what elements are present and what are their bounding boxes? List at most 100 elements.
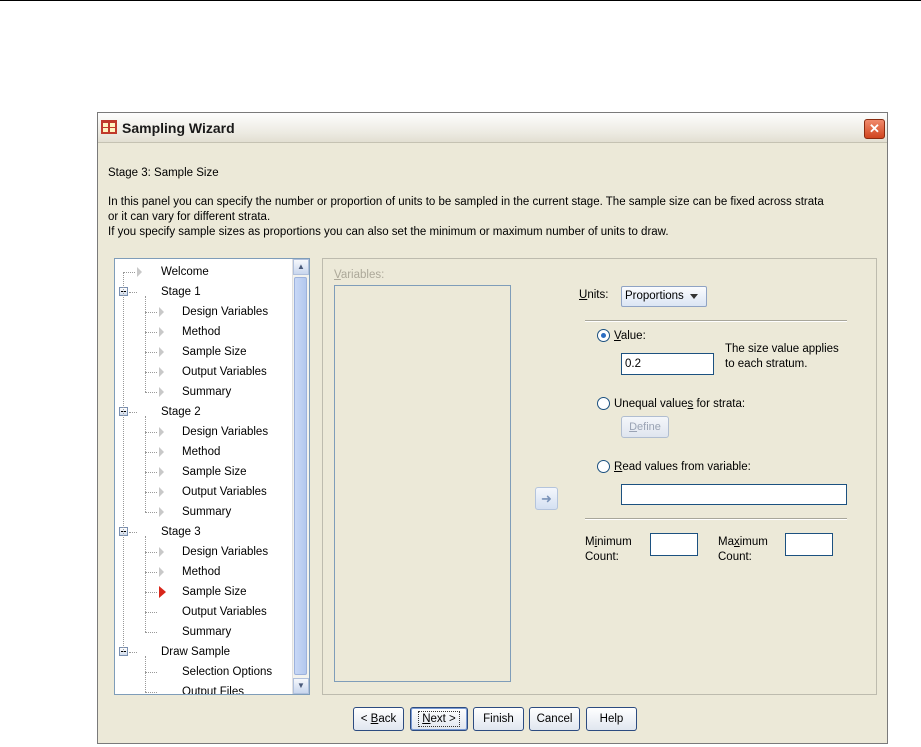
unequal-values-label: Unequal values for strata: — [614, 398, 746, 410]
tree-item-method[interactable]: Method — [115, 562, 293, 582]
title-bar[interactable]: Sampling Wizard ✕ — [98, 113, 887, 143]
wizard-steps-tree[interactable]: Welcome Stage 1 Design Variables Method Samp… — [114, 258, 310, 695]
variables-label: Variables: — [334, 269, 385, 281]
tree-item-summary[interactable]: Summary — [115, 502, 293, 522]
tree-item-label: Summary — [182, 626, 232, 638]
tree-guide-line — [123, 272, 124, 652]
tree-item-label: Output Variables — [182, 606, 267, 618]
radio-unchecked-icon — [597, 397, 610, 410]
separator — [585, 320, 847, 322]
tree-item-welcome[interactable]: Welcome — [115, 262, 293, 282]
value-note-line-1: The size value applies — [725, 343, 839, 355]
units-dropdown[interactable]: Proportions — [621, 286, 707, 307]
tree-item-label: Output Variables — [182, 366, 267, 378]
tree-item-label: Stage 1 — [161, 286, 201, 298]
move-variable-button[interactable]: ➜ — [535, 487, 558, 510]
tree-connector — [145, 572, 157, 573]
units-selected-value: Proportions — [625, 290, 684, 302]
tree-item-design-variables[interactable]: Design Variables — [115, 542, 293, 562]
next-button[interactable]: Next > — [410, 707, 468, 731]
tree-item-output-variables[interactable]: Output Variables — [115, 602, 293, 622]
scroll-down-icon[interactable]: ▼ — [293, 678, 309, 694]
tree-item-label: Output Files — [182, 686, 244, 695]
step-arrow-icon — [159, 467, 164, 477]
tree-item-label: Sample Size — [182, 346, 247, 358]
step-arrow-icon — [159, 427, 164, 437]
right-arrow-icon: ➜ — [541, 491, 552, 506]
tree-item-label: Method — [182, 326, 221, 338]
scroll-up-icon[interactable]: ▲ — [293, 259, 309, 275]
step-arrow-icon — [159, 387, 164, 397]
tree-guide-line — [145, 296, 146, 392]
value-input[interactable]: 0.2 — [621, 353, 714, 375]
tree-connector — [123, 272, 135, 273]
tree-connector — [145, 672, 157, 673]
tree-item-output-variables[interactable]: Output Variables — [115, 362, 293, 382]
tree-item-output-files[interactable]: Output Files — [115, 682, 293, 695]
tree-item-sample-size[interactable]: Sample Size — [115, 582, 293, 602]
tree-item-method[interactable]: Method — [115, 442, 293, 462]
tree-item-design-variables[interactable]: Design Variables — [115, 302, 293, 322]
help-button[interactable]: Help — [586, 707, 637, 731]
minimum-count-input[interactable] — [650, 533, 698, 556]
variables-list[interactable] — [334, 285, 511, 682]
step-arrow-icon — [159, 307, 164, 317]
tree-item-method[interactable]: Method — [115, 322, 293, 342]
cancel-button[interactable]: Cancel — [529, 707, 580, 731]
step-arrow-icon — [159, 507, 164, 517]
window-title: Sampling Wizard — [122, 120, 235, 136]
tree-item-draw-sample[interactable]: Draw Sample — [115, 642, 293, 662]
scroll-thumb[interactable] — [294, 277, 307, 675]
tree-connector — [145, 312, 157, 313]
tree-scrollbar[interactable]: ▲ ▼ — [292, 259, 309, 694]
maximum-count-label: Maximum Count: — [718, 536, 768, 563]
minimum-count-label: Minimum Count: — [585, 536, 632, 563]
read-from-variable-label: Read values from variable: — [614, 461, 751, 473]
tree-connector — [145, 352, 157, 353]
radio-unchecked-icon — [597, 460, 610, 473]
tree-item-label: Sample Size — [182, 466, 247, 478]
tree-connector — [145, 392, 157, 393]
intro-line-2: or it can vary for different strata. — [108, 211, 271, 223]
close-button[interactable]: ✕ — [864, 119, 885, 139]
sampling-wizard-dialog: Sampling Wizard ✕ Stage 3: Sample Size I… — [97, 112, 888, 744]
tree-item-label: Stage 3 — [161, 526, 201, 538]
tree-item-label: Method — [182, 446, 221, 458]
tree-item-summary[interactable]: Summary — [115, 622, 293, 642]
current-step-arrow-icon — [159, 586, 166, 598]
tree-item-sample-size[interactable]: Sample Size — [115, 462, 293, 482]
define-button[interactable]: Define — [621, 416, 669, 438]
tree-connector — [145, 592, 157, 593]
step-arrow-icon — [159, 547, 164, 557]
intro-line-3: If you specify sample sizes as proportio… — [108, 226, 669, 238]
step-arrow-icon — [159, 367, 164, 377]
tree-item-stage-1[interactable]: Stage 1 — [115, 282, 293, 302]
tree-item-label: Summary — [182, 386, 232, 398]
value-note-line-2: to each stratum. — [725, 358, 808, 370]
tree-connector — [129, 412, 137, 413]
tree-item-label: Design Variables — [182, 546, 269, 558]
tree-item-stage-2[interactable]: Stage 2 — [115, 402, 293, 422]
tree-item-output-variables[interactable]: Output Variables — [115, 482, 293, 502]
tree-item-sample-size[interactable]: Sample Size — [115, 342, 293, 362]
back-button[interactable]: < Back — [353, 707, 404, 731]
tree-item-stage-3[interactable]: Stage 3 — [115, 522, 293, 542]
tree-connector — [145, 332, 157, 333]
tree-item-design-variables[interactable]: Design Variables — [115, 422, 293, 442]
tree-connector — [145, 472, 157, 473]
step-arrow-icon — [137, 267, 142, 277]
step-arrow-icon — [159, 447, 164, 457]
tree-item-selection-options[interactable]: Selection Options — [115, 662, 293, 682]
tree-connector — [145, 372, 157, 373]
intro-text: In this panel you can specify the number… — [108, 195, 884, 240]
tree-guide-line — [145, 536, 146, 632]
read-variable-input[interactable] — [621, 484, 847, 505]
tree-item-summary[interactable]: Summary — [115, 382, 293, 402]
stage-title: Stage 3: Sample Size — [108, 167, 219, 179]
tree-connector — [145, 492, 157, 493]
maximum-count-input[interactable] — [785, 533, 833, 556]
tree-item-label: Selection Options — [182, 666, 273, 678]
tree-connector — [145, 552, 157, 553]
finish-button[interactable]: Finish — [473, 707, 524, 731]
tree-item-label: Sample Size — [182, 586, 247, 598]
